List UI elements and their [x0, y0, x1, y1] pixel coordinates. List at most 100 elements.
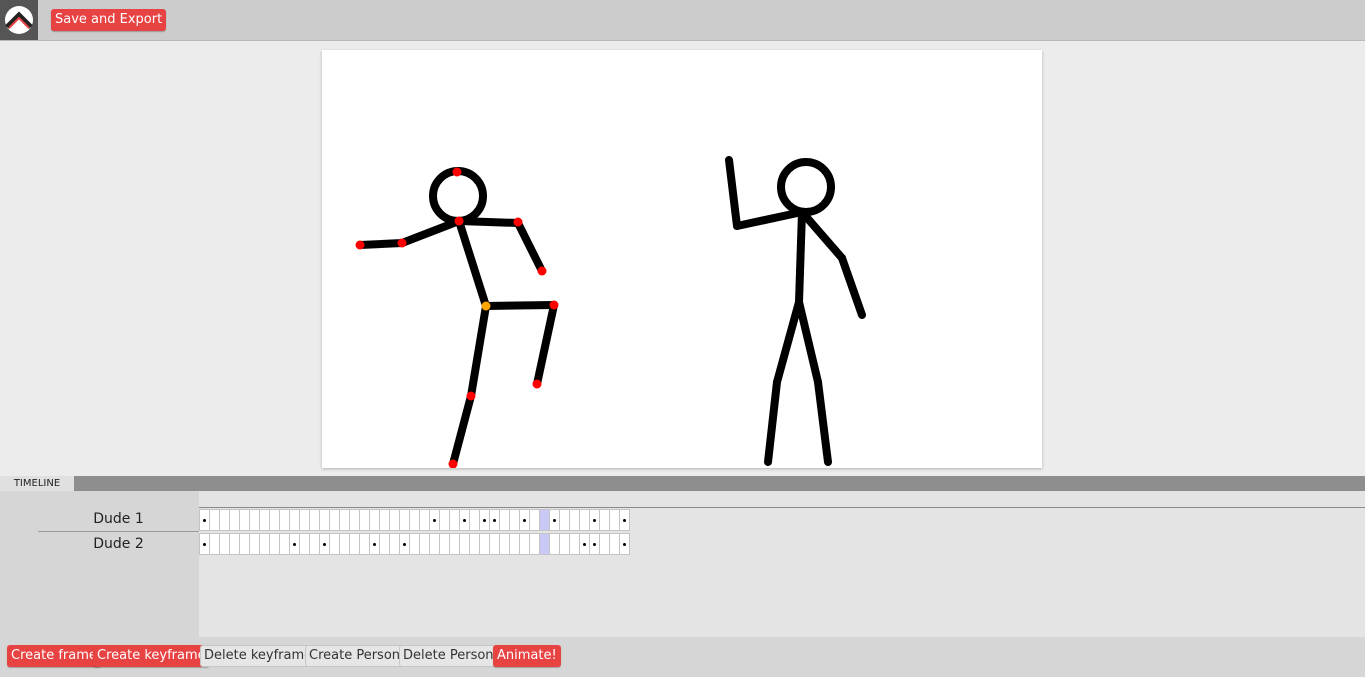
frame-cell[interactable]	[370, 509, 380, 531]
frame-cell[interactable]	[550, 533, 560, 555]
stick-figure-dude-2[interactable]	[725, 156, 866, 466]
frame-cell[interactable]	[570, 509, 580, 531]
frame-cell[interactable]	[500, 533, 510, 555]
frame-cell[interactable]	[470, 509, 480, 531]
frame-cell[interactable]	[270, 533, 280, 555]
tab-timeline[interactable]: TIMELINE	[0, 476, 74, 491]
animate-button[interactable]: Animate!	[493, 645, 561, 667]
frame-cell[interactable]	[390, 533, 400, 555]
frame-cell[interactable]	[380, 533, 390, 555]
app-logo-icon[interactable]	[0, 0, 38, 40]
frame-cell[interactable]	[210, 509, 220, 531]
frame-cell[interactable]	[590, 509, 600, 531]
frame-cell[interactable]	[430, 533, 440, 555]
frame-cell[interactable]	[280, 533, 290, 555]
frame-cell[interactable]	[320, 533, 330, 555]
animation-canvas[interactable]	[322, 50, 1042, 469]
frame-cell[interactable]	[540, 509, 550, 531]
frame-cell[interactable]	[250, 509, 260, 531]
frame-cell[interactable]	[430, 509, 440, 531]
frame-cell[interactable]	[410, 533, 420, 555]
create-keyframe-button[interactable]: Create keyframe	[93, 645, 210, 667]
frame-cell[interactable]	[440, 509, 450, 531]
frame-cell[interactable]	[460, 509, 470, 531]
frame-cell[interactable]	[290, 509, 300, 531]
frame-cell[interactable]	[380, 509, 390, 531]
frame-cell[interactable]	[610, 509, 620, 531]
frame-cell[interactable]	[540, 533, 550, 555]
create-person-button[interactable]: Create Person	[305, 645, 405, 667]
frame-cell[interactable]	[530, 509, 540, 531]
frame-cell[interactable]	[330, 509, 340, 531]
frame-cell[interactable]	[350, 509, 360, 531]
create-frame-button[interactable]: Create frame	[7, 645, 101, 667]
person-name-dude-2[interactable]: Dude 2	[38, 532, 199, 556]
frame-cell[interactable]	[199, 509, 210, 531]
frame-cell[interactable]	[240, 533, 250, 555]
frame-cell[interactable]	[480, 509, 490, 531]
frame-cell[interactable]	[400, 509, 410, 531]
frame-cell[interactable]	[370, 533, 380, 555]
frame-cell[interactable]	[450, 533, 460, 555]
frame-cell[interactable]	[340, 533, 350, 555]
frame-cell[interactable]	[600, 509, 610, 531]
frame-cell[interactable]	[400, 533, 410, 555]
frame-cell[interactable]	[270, 509, 280, 531]
joint-handles[interactable]	[355, 167, 559, 469]
frame-cell[interactable]	[440, 533, 450, 555]
frame-cell[interactable]	[500, 509, 510, 531]
frame-cell[interactable]	[480, 533, 490, 555]
person-name-dude-1[interactable]: Dude 1	[38, 507, 199, 532]
save-export-button[interactable]: Save and Export	[51, 9, 167, 31]
frame-cell[interactable]	[550, 509, 560, 531]
frame-cell[interactable]	[420, 533, 430, 555]
frame-cell[interactable]	[300, 533, 310, 555]
frame-cell[interactable]	[620, 533, 630, 555]
frame-cell[interactable]	[580, 509, 590, 531]
frame-cell[interactable]	[620, 509, 630, 531]
frame-cell[interactable]	[310, 533, 320, 555]
frame-cell[interactable]	[490, 509, 500, 531]
frame-cell[interactable]	[410, 509, 420, 531]
frame-cell[interactable]	[280, 509, 290, 531]
frame-cell[interactable]	[460, 533, 470, 555]
frame-cell[interactable]	[340, 509, 350, 531]
frame-cell[interactable]	[330, 533, 340, 555]
frame-cell[interactable]	[360, 533, 370, 555]
frame-cell[interactable]	[520, 533, 530, 555]
frame-cell[interactable]	[610, 533, 620, 555]
delete-person-button[interactable]: Delete Person	[399, 645, 498, 667]
frame-cell[interactable]	[230, 509, 240, 531]
frame-cell[interactable]	[250, 533, 260, 555]
frame-cell[interactable]	[570, 533, 580, 555]
frame-cell[interactable]	[580, 533, 590, 555]
frame-cell[interactable]	[260, 509, 270, 531]
frame-cell[interactable]	[220, 509, 230, 531]
delete-keyframe-button[interactable]: Delete keyframe	[200, 645, 317, 667]
frame-cell[interactable]	[210, 533, 220, 555]
frame-cell[interactable]	[600, 533, 610, 555]
frame-cell[interactable]	[530, 533, 540, 555]
frame-cell[interactable]	[300, 509, 310, 531]
frame-cell[interactable]	[510, 509, 520, 531]
frame-cell[interactable]	[450, 509, 460, 531]
frame-cell[interactable]	[350, 533, 360, 555]
frame-cell[interactable]	[590, 533, 600, 555]
frame-cell[interactable]	[560, 533, 570, 555]
frame-cell[interactable]	[510, 533, 520, 555]
frame-cell[interactable]	[240, 509, 250, 531]
frame-cell[interactable]	[230, 533, 240, 555]
frame-cell[interactable]	[199, 533, 210, 555]
stick-figure-dude-1[interactable]	[356, 167, 558, 468]
frame-cell[interactable]	[290, 533, 300, 555]
frame-cell[interactable]	[360, 509, 370, 531]
frame-cell[interactable]	[390, 509, 400, 531]
frame-cell[interactable]	[520, 509, 530, 531]
frame-cell[interactable]	[560, 509, 570, 531]
frame-cell[interactable]	[490, 533, 500, 555]
frame-cell[interactable]	[260, 533, 270, 555]
frame-cell[interactable]	[220, 533, 230, 555]
frame-cell[interactable]	[320, 509, 330, 531]
frame-cell[interactable]	[310, 509, 320, 531]
frame-cell[interactable]	[470, 533, 480, 555]
